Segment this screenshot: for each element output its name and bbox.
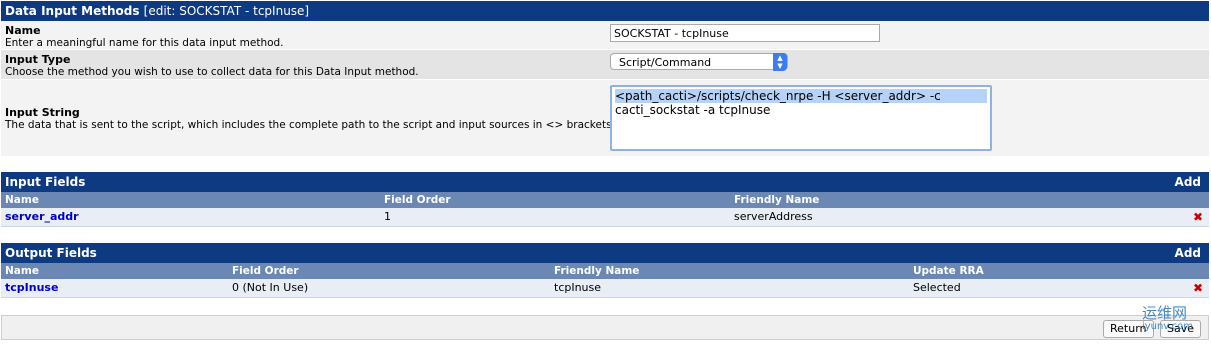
panel-title: Data Input Methods: [5, 4, 140, 18]
input-string-description: The data that is sent to the script, whi…: [5, 119, 615, 131]
output-field-update-rra: Selected: [913, 281, 961, 294]
input-fields-panel: Input Fields Add Name Field Order Friend…: [1, 172, 1209, 227]
column-field-order: Field Order: [384, 194, 451, 206]
column-update-rra: Update RRA: [913, 265, 984, 277]
output-fields-title: Output Fields: [5, 246, 97, 260]
delete-icon[interactable]: ✖: [1193, 279, 1203, 297]
form-footer: [1, 315, 1209, 340]
input-field-order: 1: [384, 210, 391, 223]
output-field-order: 0 (Not In Use): [232, 281, 309, 294]
input-string-textarea[interactable]: <path_cacti>/scripts/check_nrpe -H <serv…: [610, 85, 992, 151]
table-row: server_addr 1 serverAddress ✖: [1, 208, 1209, 227]
column-name: Name: [5, 265, 39, 277]
input-string-label: Input String: [5, 106, 80, 119]
input-type-description: Choose the method you wish to use to col…: [5, 66, 419, 78]
output-fields-columns: Name Field Order Friendly Name Update RR…: [1, 263, 1209, 279]
output-fields-panel: Output Fields Add Name Field Order Frien…: [1, 243, 1209, 298]
input-fields-title: Input Fields: [5, 175, 86, 189]
input-field-name-link[interactable]: server_addr: [5, 208, 79, 226]
column-field-order: Field Order: [232, 265, 299, 277]
panel-header: Data Input Methods [edit: SOCKSTAT - tcp…: [1, 1, 1209, 21]
input-string-line-1: <path_cacti>/scripts/check_nrpe -H <serv…: [615, 89, 987, 103]
input-type-select[interactable]: Script/Command ▲ ▼: [610, 53, 788, 71]
column-friendly-name: Friendly Name: [554, 265, 640, 277]
input-type-selected: Script/Command: [619, 56, 712, 69]
input-field-friendly-name: serverAddress: [734, 210, 813, 223]
panel-edit-label: [edit: SOCKSTAT - tcpInuse]: [143, 4, 310, 18]
name-label: Name: [5, 24, 41, 37]
input-fields-header: Input Fields Add: [1, 172, 1209, 192]
input-string-row: Input String The data that is sent to th…: [1, 80, 1209, 157]
input-string-line-2: cacti_sockstat -a tcpInuse: [615, 103, 771, 117]
output-fields-add-link[interactable]: Add: [1175, 243, 1201, 263]
watermark-logo: 运维网 iyunv.com: [1141, 304, 1193, 332]
name-row: Name Enter a meaningful name for this da…: [1, 21, 1209, 50]
column-friendly-name: Friendly Name: [734, 194, 820, 206]
input-type-row: Input Type Choose the method you wish to…: [1, 50, 1209, 80]
name-input[interactable]: [610, 24, 880, 42]
table-row: tcpInuse 0 (Not In Use) tcpInuse Selecte…: [1, 279, 1209, 298]
select-arrows-icon: ▲ ▼: [773, 53, 787, 71]
data-input-method-panel: Data Input Methods [edit: SOCKSTAT - tcp…: [1, 1, 1209, 157]
name-description: Enter a meaningful name for this data in…: [5, 37, 284, 49]
input-fields-add-link[interactable]: Add: [1175, 172, 1201, 192]
input-type-label: Input Type: [5, 53, 71, 66]
input-fields-columns: Name Field Order Friendly Name: [1, 192, 1209, 208]
output-field-name-link[interactable]: tcpInuse: [5, 279, 58, 297]
column-name: Name: [5, 194, 39, 206]
delete-icon[interactable]: ✖: [1193, 208, 1203, 226]
output-fields-header: Output Fields Add: [1, 243, 1209, 263]
output-field-friendly-name: tcpInuse: [554, 281, 602, 294]
